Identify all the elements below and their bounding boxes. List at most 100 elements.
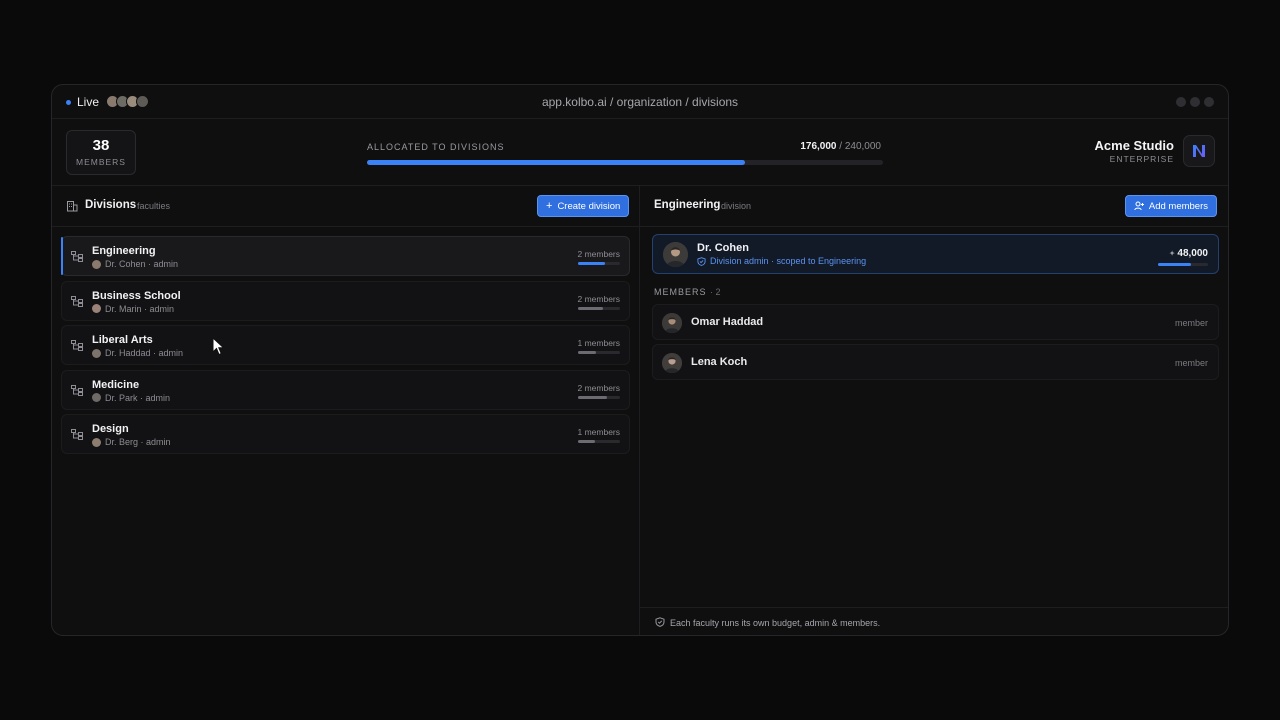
app-window: Live app.kolbo.ai / organization / divis… bbox=[51, 84, 1229, 636]
division-admin: Dr. Haddad · admin bbox=[92, 348, 183, 358]
division-name: Business School bbox=[92, 289, 181, 302]
detail-panel-header: Engineering division Add members bbox=[640, 186, 1228, 227]
title-bar: Live app.kolbo.ai / organization / divis… bbox=[52, 85, 1228, 119]
division-admin-text: Dr. Park · admin bbox=[105, 392, 171, 403]
divisions-panel: Divisions faculties + Create division En… bbox=[52, 186, 640, 635]
division-name: Engineering bbox=[92, 245, 156, 257]
member-name: Omar Haddad bbox=[691, 316, 764, 328]
address-bar: app.kolbo.ai / organization / divisions bbox=[541, 95, 739, 109]
hierarchy-icon bbox=[71, 384, 83, 396]
footer-note: Each faculty runs its own budget, admin … bbox=[670, 618, 881, 628]
admin-role-text: Division admin · scoped to Engineering bbox=[710, 256, 867, 266]
admin-budget-value: 48,000 bbox=[1177, 248, 1208, 259]
division-admin: Dr. Park · admin bbox=[92, 393, 170, 403]
admin-budget-fill bbox=[1158, 263, 1191, 266]
allocation-value: 176,000 / 240,000 bbox=[800, 141, 881, 152]
division-budget-bar bbox=[578, 395, 620, 399]
divisions-subtitle: faculties bbox=[137, 201, 171, 211]
window-control-dot-icon[interactable] bbox=[1204, 97, 1214, 107]
division-budget-bar bbox=[578, 351, 620, 354]
add-user-icon bbox=[1134, 201, 1144, 211]
division-budget-fill bbox=[578, 306, 604, 310]
division-budget-fill bbox=[578, 351, 596, 354]
member-row[interactable]: Omar Haddad member bbox=[652, 304, 1219, 340]
avatar bbox=[92, 259, 101, 269]
division-item[interactable]: Liberal Arts Dr. Haddad · admin 1 members bbox=[61, 325, 630, 365]
add-members-label: Add members bbox=[1148, 200, 1208, 212]
shield-check-icon bbox=[697, 256, 706, 266]
division-item[interactable]: Business School Dr. Marin · admin 2 member… bbox=[61, 280, 630, 321]
member-row[interactable]: Lena Koch member bbox=[652, 344, 1219, 380]
member-role: member bbox=[1174, 318, 1208, 328]
members-count: 38 bbox=[92, 137, 110, 154]
admin-avatar bbox=[663, 242, 688, 267]
members-stat-label: MEMBERS bbox=[76, 157, 126, 167]
division-admin: Dr. Berg · admin bbox=[92, 437, 171, 447]
plus-icon: + bbox=[546, 200, 553, 212]
org-info: Acme Studio ENTERPRISE bbox=[1095, 138, 1174, 164]
allocation-progress-bar bbox=[367, 160, 883, 165]
detail-subtitle: division bbox=[721, 201, 752, 211]
division-item[interactable]: Engineering Dr. Cohen · admin 2 members bbox=[61, 236, 630, 276]
division-name: Medicine bbox=[92, 378, 140, 391]
division-budget-bar bbox=[578, 262, 620, 265]
divisions-panel-header: Divisions faculties + Create division bbox=[52, 186, 639, 227]
division-member-count: 2 members bbox=[577, 382, 620, 393]
stats-header: 38 MEMBERS ALLOCATED TO DIVISIONS 176,00… bbox=[52, 119, 1228, 186]
division-budget-fill bbox=[578, 395, 607, 399]
allocation-progress-fill bbox=[367, 160, 746, 165]
division-detail-panel: Engineering division Add members Dr. Coh… bbox=[640, 186, 1228, 635]
division-budget-fill bbox=[578, 262, 606, 265]
detail-footer: Each faculty runs its own budget, admin … bbox=[640, 607, 1228, 635]
division-member-count: 1 members bbox=[577, 427, 620, 437]
members-stat: 38 MEMBERS bbox=[66, 130, 136, 175]
kolbo-logo-icon bbox=[1193, 145, 1205, 157]
building-icon bbox=[67, 201, 78, 212]
member-role: member bbox=[1174, 358, 1208, 368]
division-budget-fill bbox=[578, 440, 595, 443]
division-admin: Dr. Marin · admin bbox=[92, 304, 174, 314]
mouse-cursor-icon bbox=[212, 337, 225, 356]
division-admin-card[interactable]: Dr. Cohen Division admin · scoped to Eng… bbox=[652, 234, 1219, 274]
avatar bbox=[92, 437, 101, 447]
window-control-dot-icon[interactable] bbox=[1176, 97, 1186, 107]
division-budget-bar bbox=[578, 440, 620, 443]
divisions-title: Divisions bbox=[85, 199, 137, 211]
person-icon bbox=[663, 242, 688, 267]
detail-title: Engineering bbox=[654, 199, 721, 211]
division-member-count: 1 members bbox=[577, 338, 620, 348]
division-member-count: 2 members bbox=[577, 293, 620, 304]
division-item[interactable]: Design Dr. Berg · admin 1 members bbox=[61, 414, 630, 454]
division-admin-text: Dr. Haddad · admin bbox=[105, 348, 184, 358]
division-item[interactable]: Medicine Dr. Park · admin 2 members bbox=[61, 369, 630, 410]
org-name: Acme Studio bbox=[1094, 138, 1174, 153]
window-control-dot-icon[interactable] bbox=[1190, 97, 1200, 107]
admin-name: Dr. Cohen bbox=[697, 242, 749, 254]
org-plan: ENTERPRISE bbox=[1109, 154, 1174, 164]
hierarchy-icon bbox=[71, 295, 83, 307]
person-icon bbox=[662, 353, 682, 373]
avatar bbox=[92, 348, 101, 358]
hierarchy-icon bbox=[71, 340, 83, 351]
division-budget-bar bbox=[578, 306, 620, 310]
credits-icon: ✦ bbox=[1168, 249, 1176, 258]
division-admin-text: Dr. Cohen · admin bbox=[105, 259, 179, 269]
member-name: Lena Koch bbox=[691, 356, 748, 368]
division-name: Liberal Arts bbox=[92, 334, 153, 346]
hierarchy-icon bbox=[71, 429, 83, 440]
person-icon bbox=[662, 313, 682, 333]
avatar bbox=[92, 393, 101, 402]
member-avatar bbox=[662, 353, 682, 373]
create-division-label: Create division bbox=[557, 200, 621, 212]
create-division-button[interactable]: + Create division bbox=[537, 195, 630, 217]
members-section-label: MEMBERS · 2 bbox=[654, 287, 721, 297]
admin-role: Division admin · scoped to Engineering bbox=[697, 256, 866, 266]
division-admin-text: Dr. Berg · admin bbox=[105, 437, 171, 447]
avatar bbox=[92, 304, 101, 313]
allocation-label: ALLOCATED TO DIVISIONS bbox=[367, 142, 505, 152]
shield-check-icon bbox=[655, 617, 665, 627]
admin-budget: ✦ 48,000 bbox=[1169, 248, 1208, 259]
division-admin-text: Dr. Marin · admin bbox=[105, 303, 175, 314]
add-members-button[interactable]: Add members bbox=[1124, 195, 1217, 217]
org-logo[interactable] bbox=[1183, 135, 1215, 167]
